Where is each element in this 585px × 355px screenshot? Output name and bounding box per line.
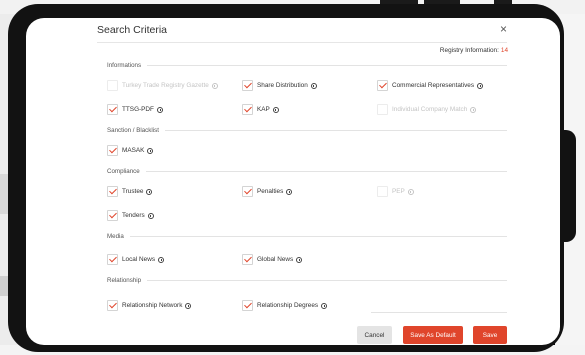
option-trustee[interactable]: Trustee: [107, 186, 153, 197]
info-icon[interactable]: [147, 147, 154, 154]
option-individual-company-match[interactable]: Individual Company Match: [377, 104, 477, 115]
section-label: Sanction / Blacklist: [107, 127, 159, 134]
option-local-news[interactable]: Local News: [107, 254, 165, 265]
info-icon[interactable]: [147, 212, 154, 219]
checkbox[interactable]: [107, 80, 118, 91]
section-label: Informations: [107, 62, 142, 69]
option-relationship-degrees[interactable]: Relationship Degrees: [242, 300, 328, 311]
checkbox[interactable]: [242, 186, 253, 197]
section-divider: [145, 171, 507, 172]
device-frame: Search Criteria × Registry Information: 1…: [8, 4, 576, 352]
registry-count: 14: [500, 47, 508, 54]
option-label: MASAK: [122, 147, 145, 154]
info-icon[interactable]: [407, 188, 414, 195]
checkbox[interactable]: [377, 104, 388, 115]
option-label: Relationship Network: [122, 302, 183, 309]
checkbox[interactable]: [242, 300, 253, 311]
option-share-distribution[interactable]: Share Distribution: [242, 80, 317, 91]
info-icon[interactable]: [477, 82, 484, 89]
checkbox[interactable]: [107, 210, 118, 221]
section-divider: [129, 236, 507, 237]
option-global-news[interactable]: Global News: [242, 254, 303, 265]
option-penalties[interactable]: Penalties: [242, 186, 293, 197]
info-icon[interactable]: [146, 188, 153, 195]
checkbox[interactable]: [377, 186, 388, 197]
option-label: Penalties: [257, 188, 284, 195]
checkbox[interactable]: [377, 80, 388, 91]
device-side-button: [560, 130, 576, 242]
option-tenders[interactable]: Tenders: [107, 210, 154, 221]
checkbox[interactable]: [107, 145, 118, 156]
footer-divider: [371, 312, 507, 313]
option-trade-gazette[interactable]: Turkey Trade Registry Gazette: [107, 80, 218, 91]
option-pep[interactable]: PEP: [377, 186, 414, 197]
option-label: Tenders: [122, 212, 145, 219]
title-divider: [97, 42, 507, 43]
section-label: Media: [107, 233, 124, 240]
option-label: Share Distribution: [257, 82, 308, 89]
info-icon[interactable]: [470, 106, 477, 113]
option-commercial-representatives[interactable]: Commercial Representatives: [377, 80, 484, 91]
checkbox[interactable]: [107, 300, 118, 311]
option-relationship-network[interactable]: Relationship Network: [107, 300, 192, 311]
registry-information: Registry Information: 14: [440, 47, 508, 54]
checkbox[interactable]: [242, 80, 253, 91]
save-as-default-button[interactable]: Save As Default: [403, 326, 463, 344]
option-ttsg-pdf[interactable]: TTSG-PDF: [107, 104, 163, 115]
info-icon[interactable]: [185, 302, 192, 309]
info-icon[interactable]: [158, 256, 165, 263]
option-label: Turkey Trade Registry Gazette: [122, 82, 209, 89]
info-icon[interactable]: [272, 106, 279, 113]
section-relationship: Relationship: [107, 277, 507, 284]
section-sanction-blacklist: Sanction / Blacklist: [107, 127, 507, 134]
option-label: Trustee: [122, 188, 144, 195]
section-informations: Informations: [107, 62, 507, 69]
option-label: Commercial Representatives: [392, 82, 475, 89]
info-icon[interactable]: [310, 82, 317, 89]
option-label: TTSG-PDF: [122, 106, 154, 113]
section-media: Media: [107, 233, 507, 240]
info-icon[interactable]: [211, 82, 218, 89]
checkbox[interactable]: [242, 104, 253, 115]
section-divider: [164, 130, 507, 131]
modal-title: Search Criteria: [97, 24, 168, 36]
close-icon[interactable]: ×: [500, 23, 507, 35]
section-label: Compliance: [107, 168, 140, 175]
registry-label: Registry Information:: [439, 47, 499, 54]
option-kap[interactable]: KAP: [242, 104, 279, 115]
section-divider: [147, 65, 507, 66]
checkbox[interactable]: [107, 186, 118, 197]
cancel-button[interactable]: Cancel: [357, 326, 392, 344]
section-compliance: Compliance: [107, 168, 507, 175]
option-label: Relationship Degrees: [257, 302, 319, 309]
option-label: Global News: [257, 256, 294, 263]
checkbox[interactable]: [107, 104, 118, 115]
option-masak[interactable]: MASAK: [107, 145, 154, 156]
info-icon[interactable]: [156, 106, 163, 113]
option-label: KAP: [257, 106, 270, 113]
checkbox[interactable]: [107, 254, 118, 265]
info-icon[interactable]: [321, 302, 328, 309]
section-label: Relationship: [107, 277, 142, 284]
save-button[interactable]: Save: [473, 326, 507, 344]
info-icon[interactable]: [296, 256, 303, 263]
option-label: PEP: [392, 188, 405, 195]
checkbox[interactable]: [242, 254, 253, 265]
option-label: Local News: [122, 256, 156, 263]
info-icon[interactable]: [286, 188, 293, 195]
search-criteria-modal: Search Criteria × Registry Information: 1…: [26, 18, 560, 345]
option-label: Individual Company Match: [392, 106, 468, 113]
section-divider: [147, 280, 507, 281]
